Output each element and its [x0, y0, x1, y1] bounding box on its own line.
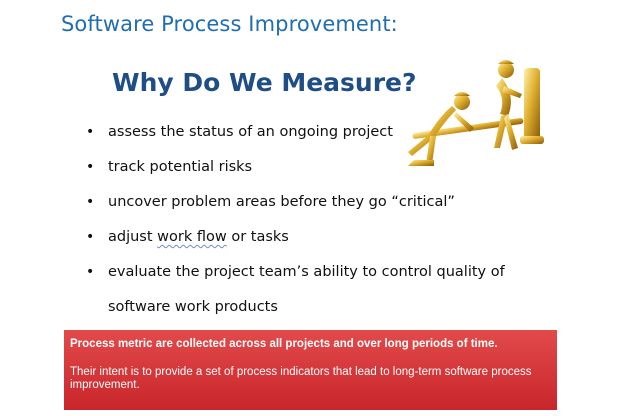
bullet-marker: • [86, 194, 95, 210]
golden-figures-lever-icon [408, 60, 544, 166]
slide-title: Why Do We Measure? [112, 68, 417, 97]
bullet-text-after: or tasks [226, 229, 289, 245]
callout-body: Their intent is to provide a set of proc… [70, 366, 532, 391]
list-item: • adjust work flow or tasks [84, 227, 505, 262]
bullet-text: assess the status of an ongoing project [108, 124, 393, 140]
bullet-marker: • [86, 124, 95, 140]
page-header-title: Software Process Improvement: [61, 12, 398, 36]
bullet-text-continued: software work products [108, 299, 278, 315]
list-item: • evaluate the project team’s ability to… [84, 262, 505, 322]
info-callout: Process metric are collected across all … [64, 330, 557, 410]
bullet-text-before: adjust [108, 229, 158, 245]
callout-heading: Process metric are collected across all … [70, 338, 498, 350]
bullet-text: track potential risks [108, 159, 253, 175]
spellcheck-underlined-text: work flow [157, 229, 227, 245]
bullet-marker: • [86, 159, 95, 175]
bullet-marker: • [86, 264, 95, 280]
bullet-text: uncover problem areas before they go “cr… [108, 194, 455, 210]
list-item: • uncover problem areas before they go “… [84, 192, 505, 227]
bullet-text: evaluate the project team’s ability to c… [108, 264, 505, 280]
bullet-marker: • [86, 229, 95, 245]
